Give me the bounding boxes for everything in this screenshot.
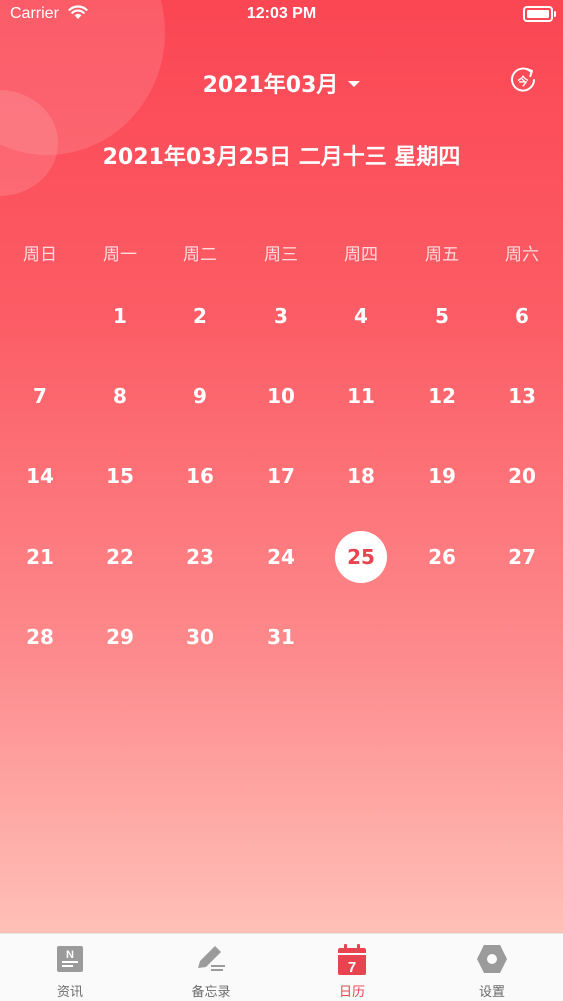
- weekday-label: 周二: [183, 245, 217, 265]
- calendar-day[interactable]: 9: [160, 370, 240, 422]
- calendar-day[interactable]: 18: [321, 450, 401, 502]
- calendar-day[interactable]: 10: [241, 370, 321, 422]
- news-icon: N: [55, 944, 85, 978]
- tab-settings[interactable]: 设置: [422, 934, 562, 1001]
- day-number: 18: [347, 464, 375, 488]
- day-number: 10: [267, 384, 295, 408]
- tab-news[interactable]: N 资讯: [0, 934, 140, 1001]
- calendar-day-selected[interactable]: 25: [321, 531, 401, 583]
- weekday-label: 周日: [23, 245, 57, 265]
- day-number: 21: [26, 545, 54, 569]
- day-number: 11: [347, 384, 375, 408]
- today-glyph: 今: [517, 74, 530, 88]
- calendar-day[interactable]: 17: [241, 450, 321, 502]
- day-number: 16: [186, 464, 214, 488]
- day-number: 13: [508, 384, 536, 408]
- calendar-day[interactable]: 21: [0, 531, 80, 583]
- day-number: 4: [354, 304, 368, 328]
- caret-down-icon: [348, 81, 361, 87]
- tab-label: 资讯: [56, 985, 83, 1000]
- calendar-day[interactable]: 3: [241, 290, 321, 342]
- svg-text:N: N: [66, 949, 74, 961]
- day-number: 8: [113, 384, 127, 408]
- day-number: 1: [113, 304, 127, 328]
- calendar-day[interactable]: 29: [80, 611, 160, 663]
- day-number: 2: [193, 304, 207, 328]
- tab-label: 日历: [338, 985, 365, 1000]
- calendar-day[interactable]: 16: [160, 450, 240, 502]
- calendar-day[interactable]: 13: [482, 370, 562, 422]
- day-number: 30: [186, 625, 214, 649]
- day-number: 24: [267, 545, 295, 569]
- day-number: 29: [106, 625, 134, 649]
- calendar-day[interactable]: 27: [482, 531, 562, 583]
- day-number: 3: [274, 304, 288, 328]
- day-number: 15: [106, 464, 134, 488]
- day-number: 27: [508, 545, 536, 569]
- calendar-day[interactable]: 15: [80, 450, 160, 502]
- status-bar: Carrier 12:03 PM: [0, 0, 563, 30]
- memo-pencil-icon: [193, 944, 229, 978]
- calendar-day[interactable]: 30: [160, 611, 240, 663]
- calendar-day[interactable]: 11: [321, 370, 401, 422]
- calendar-day[interactable]: 23: [160, 531, 240, 583]
- day-number: 19: [428, 464, 456, 488]
- day-number: 17: [267, 464, 295, 488]
- calendar-day[interactable]: 6: [482, 290, 562, 342]
- calendar-day[interactable]: 20: [482, 450, 562, 502]
- day-number: 25: [347, 545, 375, 569]
- calendar-screen: Carrier 12:03 PM 2021年03月 今 2021年03月25日 …: [0, 0, 563, 933]
- calendar-day[interactable]: 19: [402, 450, 482, 502]
- tab-label: 备忘录: [191, 985, 231, 1000]
- selected-date-line: 2021年03月25日 二月十三 星期四: [102, 145, 461, 170]
- day-number: 9: [193, 384, 207, 408]
- calendar-day[interactable]: 7: [0, 370, 80, 422]
- day-number: 28: [26, 625, 54, 649]
- calendar-day[interactable]: 31: [241, 611, 321, 663]
- calendar-day[interactable]: 22: [80, 531, 160, 583]
- tab-calendar[interactable]: 7 日历: [282, 934, 422, 1001]
- svg-text:7: 7: [348, 959, 356, 976]
- day-number: 5: [435, 304, 449, 328]
- tab-label: 设置: [478, 985, 505, 1000]
- day-number: 7: [33, 384, 47, 408]
- calendar-day[interactable]: 8: [80, 370, 160, 422]
- day-number: 23: [186, 545, 214, 569]
- calendar-day[interactable]: 28: [0, 611, 80, 663]
- calendar-day[interactable]: 1: [80, 290, 160, 342]
- calendar-day[interactable]: 12: [402, 370, 482, 422]
- month-title: 2021年03月: [202, 73, 339, 98]
- calendar-day[interactable]: 26: [402, 531, 482, 583]
- calendar-day[interactable]: 14: [0, 450, 80, 502]
- month-picker[interactable]: 2021年03月: [0, 67, 563, 99]
- weekday-label: 周三: [264, 245, 298, 265]
- calendar-day[interactable]: 2: [160, 290, 240, 342]
- calendar-day[interactable]: 5: [402, 290, 482, 342]
- weekday-header: 周日 周一 周二 周三 周四 周五 周六: [0, 240, 563, 268]
- settings-hexagon-icon: [476, 944, 508, 978]
- day-number: 12: [428, 384, 456, 408]
- calendar-day[interactable]: 24: [241, 531, 321, 583]
- day-number: 14: [26, 464, 54, 488]
- today-refresh-icon[interactable]: 今: [508, 65, 538, 95]
- calendar-icon: 7: [337, 944, 367, 980]
- day-number: 20: [508, 464, 536, 488]
- tab-bar: N 资讯 备忘录 7 日历 设置: [0, 933, 563, 1001]
- day-number: 6: [515, 304, 529, 328]
- clock: 12:03 PM: [246, 5, 317, 22]
- weekday-label: 周四: [344, 245, 378, 265]
- battery-icon: [523, 6, 556, 22]
- weekday-label: 周一: [103, 245, 137, 265]
- day-number: 31: [267, 625, 295, 649]
- weekday-label: 周五: [425, 245, 459, 265]
- weekday-label: 周六: [505, 245, 539, 265]
- tab-memo[interactable]: 备忘录: [141, 934, 281, 1001]
- calendar-day[interactable]: 4: [321, 290, 401, 342]
- day-grid: 1 2 3 4 5 6 7 8 9 10 11 12 13 14 15 16 17 18 19 20 21 22 23 24 2…: [0, 290, 563, 690]
- day-number: 22: [106, 545, 134, 569]
- day-number: 26: [428, 545, 456, 569]
